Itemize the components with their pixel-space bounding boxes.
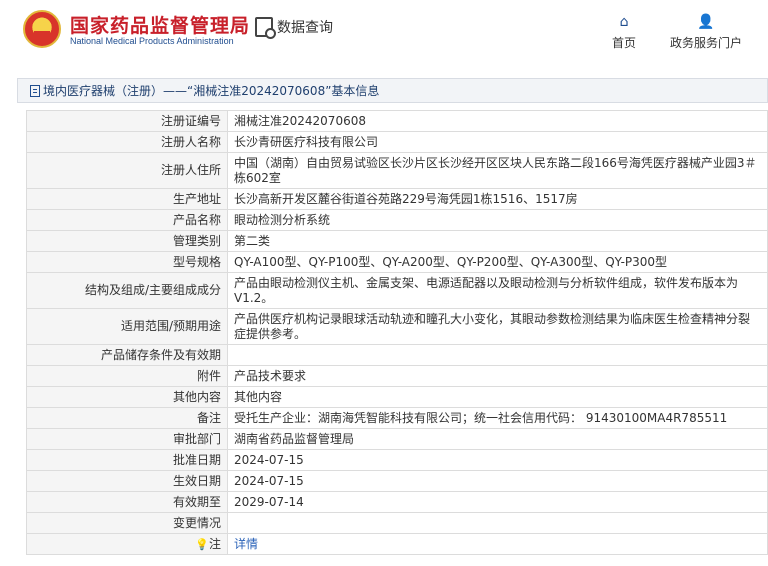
row-value: 2024-07-15: [227, 449, 768, 471]
row-value: 长沙青研医疗科技有限公司: [227, 131, 768, 153]
table-row: 型号规格 QY-A100型、QY-P100型、QY-A200型、QY-P200型…: [26, 251, 768, 273]
row-value: 受托生产企业：湖南海凭智能科技有限公司；统一社会信用代码： 91430100MA…: [227, 407, 768, 429]
site-title[interactable]: 国家药品监督管理局: [70, 11, 250, 38]
site-subtitle: National Medical Products Administration: [70, 36, 234, 46]
nav-service-portal[interactable]: 👤 政务服务门户: [670, 14, 742, 51]
row-value: [227, 344, 768, 366]
row-value: 产品由眼动检测仪主机、金属支架、电源适配器以及眼动检测与分析软件组成，软件发布版…: [227, 272, 768, 309]
nav-home[interactable]: ⌂ 首页: [612, 14, 636, 51]
registration-detail-table: 注册证编号 湘械注准20242070608 注册人名称 长沙青研医疗科技有限公司…: [26, 110, 768, 555]
row-label: 审批部门: [26, 428, 228, 450]
row-value: 长沙高新开发区麓谷街道谷苑路229号海凭园1栋1516、1517房: [227, 188, 768, 210]
row-value: 产品供医疗机构记录眼球活动轨迹和瞳孔大小变化，其眼动参数检测结果为临床医生检查精…: [227, 308, 768, 345]
user-icon: 👤: [697, 14, 715, 30]
table-row: 注册人名称 长沙青研医疗科技有限公司: [26, 131, 768, 153]
table-row: 生效日期 2024-07-15: [26, 470, 768, 492]
row-label: 生效日期: [26, 470, 228, 492]
table-row: 附件 产品技术要求: [26, 365, 768, 387]
row-value: 产品技术要求: [227, 365, 768, 387]
row-value: 第二类: [227, 230, 768, 252]
row-value: 2024-07-15: [227, 470, 768, 492]
document-icon: [30, 84, 40, 97]
table-row: 产品储存条件及有效期: [26, 344, 768, 366]
row-value: 中国（湖南）自由贸易试验区长沙片区长沙经开区区块人民东路二段166号海凭医疗器械…: [227, 152, 768, 189]
row-value: 湖南省药品监督管理局: [227, 428, 768, 450]
national-emblem-logo[interactable]: ★: [23, 10, 61, 48]
table-row: 审批部门 湖南省药品监督管理局: [26, 428, 768, 450]
document-search-icon: [255, 17, 276, 39]
note-value-cell: 详情: [227, 533, 768, 555]
nav-home-label: 首页: [612, 36, 637, 50]
note-label: 注: [208, 536, 221, 551]
table-row: 注册人住所 中国（湖南）自由贸易试验区长沙片区长沙经开区区块人民东路二段166号…: [26, 152, 768, 189]
row-label: 型号规格: [26, 251, 228, 273]
row-label: 备注: [26, 407, 228, 429]
lightbulb-icon: 💡: [195, 537, 209, 551]
row-label: 产品名称: [26, 209, 228, 231]
row-value: 湘械注准20242070608: [227, 110, 768, 132]
row-label: 注册人名称: [26, 131, 228, 153]
row-value: [227, 512, 768, 534]
row-label: 生产地址: [26, 188, 228, 210]
data-query-label: 数据查询: [277, 20, 333, 36]
site-header: ★ 国家药品监督管理局 National Medical Products Ad…: [0, 0, 768, 66]
home-icon: ⌂: [619, 14, 629, 30]
row-label: 注册人住所: [26, 152, 228, 189]
breadcrumb: 境内医疗器械（注册）——“湘械注准20242070608”基本信息: [17, 78, 768, 103]
row-label: 管理类别: [26, 230, 228, 252]
table-row: 批准日期 2024-07-15: [26, 449, 768, 471]
details-link[interactable]: 详情: [234, 537, 258, 551]
row-label: 结构及组成/主要组成成分: [26, 272, 228, 309]
row-label: 注册证编号: [26, 110, 228, 132]
row-label: 适用范围/预期用途: [26, 308, 228, 345]
table-row: 管理类别 第二类: [26, 230, 768, 252]
row-label: 其他内容: [26, 386, 228, 408]
table-row: 备注 受托生产企业：湖南海凭智能科技有限公司；统一社会信用代码： 9143010…: [26, 407, 768, 429]
row-value: 其他内容: [227, 386, 768, 408]
table-row: 💡注 详情: [26, 533, 768, 555]
nav-service-label: 政务服务门户: [670, 36, 743, 50]
table-row: 有效期至 2029-07-14: [26, 491, 768, 513]
table-row: 产品名称 眼动检测分析系统: [26, 209, 768, 231]
table-row: 注册证编号 湘械注准20242070608: [26, 110, 768, 132]
row-label: 变更情况: [26, 512, 228, 534]
row-label: 产品储存条件及有效期: [26, 344, 228, 366]
row-value: 2029-07-14: [227, 491, 768, 513]
data-query-link[interactable]: 数据查询: [255, 17, 333, 39]
table-row: 结构及组成/主要组成成分 产品由眼动检测仪主机、金属支架、电源适配器以及眼动检测…: [26, 272, 768, 309]
row-label: 批准日期: [26, 449, 228, 471]
row-value: QY-A100型、QY-P100型、QY-A200型、QY-P200型、QY-A…: [227, 251, 768, 273]
table-row: 适用范围/预期用途 产品供医疗机构记录眼球活动轨迹和瞳孔大小变化，其眼动参数检测…: [26, 308, 768, 345]
table-row: 生产地址 长沙高新开发区麓谷街道谷苑路229号海凭园1栋1516、1517房: [26, 188, 768, 210]
row-label: 有效期至: [26, 491, 228, 513]
note-label-cell: 💡注: [26, 533, 228, 555]
row-value: 眼动检测分析系统: [227, 209, 768, 231]
breadcrumb-text: 境内医疗器械（注册）——“湘械注准20242070608”基本信息: [43, 84, 380, 98]
table-row: 变更情况: [26, 512, 768, 534]
table-row: 其他内容 其他内容: [26, 386, 768, 408]
row-label: 附件: [26, 365, 228, 387]
